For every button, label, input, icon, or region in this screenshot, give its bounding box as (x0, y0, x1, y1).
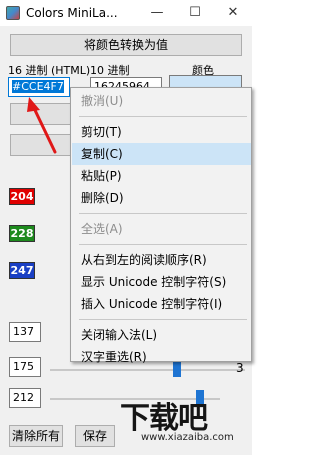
menu-item[interactable]: 从右到左的阅读顺序(R) (72, 249, 251, 271)
watermark-url: www.xiazaiba.com (141, 432, 234, 443)
menu-separator (79, 244, 247, 245)
menu-item[interactable]: 粘贴(P) (72, 165, 251, 187)
menu-item[interactable]: 复制(C) (72, 143, 251, 165)
menu-item[interactable]: 插入 Unicode 控制字符(I) (72, 293, 251, 315)
menu-separator (79, 116, 247, 117)
menu-item[interactable]: 删除(D) (72, 187, 251, 209)
menu-item[interactable]: 关闭输入法(L) (72, 324, 251, 346)
menu-item[interactable]: 显示 Unicode 控制字符(S) (72, 271, 251, 293)
menu-item: 撤消(U) (81, 94, 124, 108)
context-menu: 撤消(U) 剪切(T) 复制(C) 粘贴(P) 删除(D) 全选(A) 从右到左的阅读顺序(… (70, 87, 252, 364)
watermark-text: 下载吧 (120, 401, 208, 436)
menu-item[interactable]: 汉字重选(R) (72, 346, 251, 368)
menu-separator (79, 319, 247, 320)
menu-item[interactable]: 剪切(T) (72, 121, 251, 143)
menu-separator (79, 213, 247, 214)
menu-item: 全选(A) (81, 222, 123, 236)
